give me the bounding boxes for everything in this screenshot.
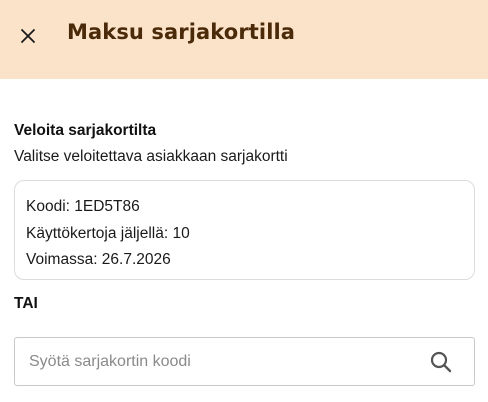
or-label: TAI: [14, 295, 38, 312]
search-button[interactable]: [428, 349, 454, 375]
charge-section-subtitle: Valitse veloitettava asiakkaan sarjakort…: [14, 148, 288, 165]
search-icon: [430, 351, 452, 373]
card-valid-until: Voimassa: 26.7.2026: [26, 251, 171, 268]
modal-header: Maksu sarjakortilla: [0, 0, 488, 79]
card-code-field: [14, 337, 475, 386]
close-icon: [21, 29, 35, 43]
modal-title: Maksu sarjakortilla: [67, 20, 296, 44]
card-uses-left: Käyttökertoja jäljellä: 10: [26, 224, 190, 242]
charge-section-title: Veloita sarjakortilta: [14, 122, 157, 139]
series-card-option[interactable]: Koodi: 1ED5T86 Käyttökertoja jäljellä: 1…: [14, 180, 475, 280]
card-code: Koodi: 1ED5T86: [26, 198, 140, 215]
card-code-input[interactable]: [15, 338, 415, 385]
close-button[interactable]: [14, 22, 42, 50]
